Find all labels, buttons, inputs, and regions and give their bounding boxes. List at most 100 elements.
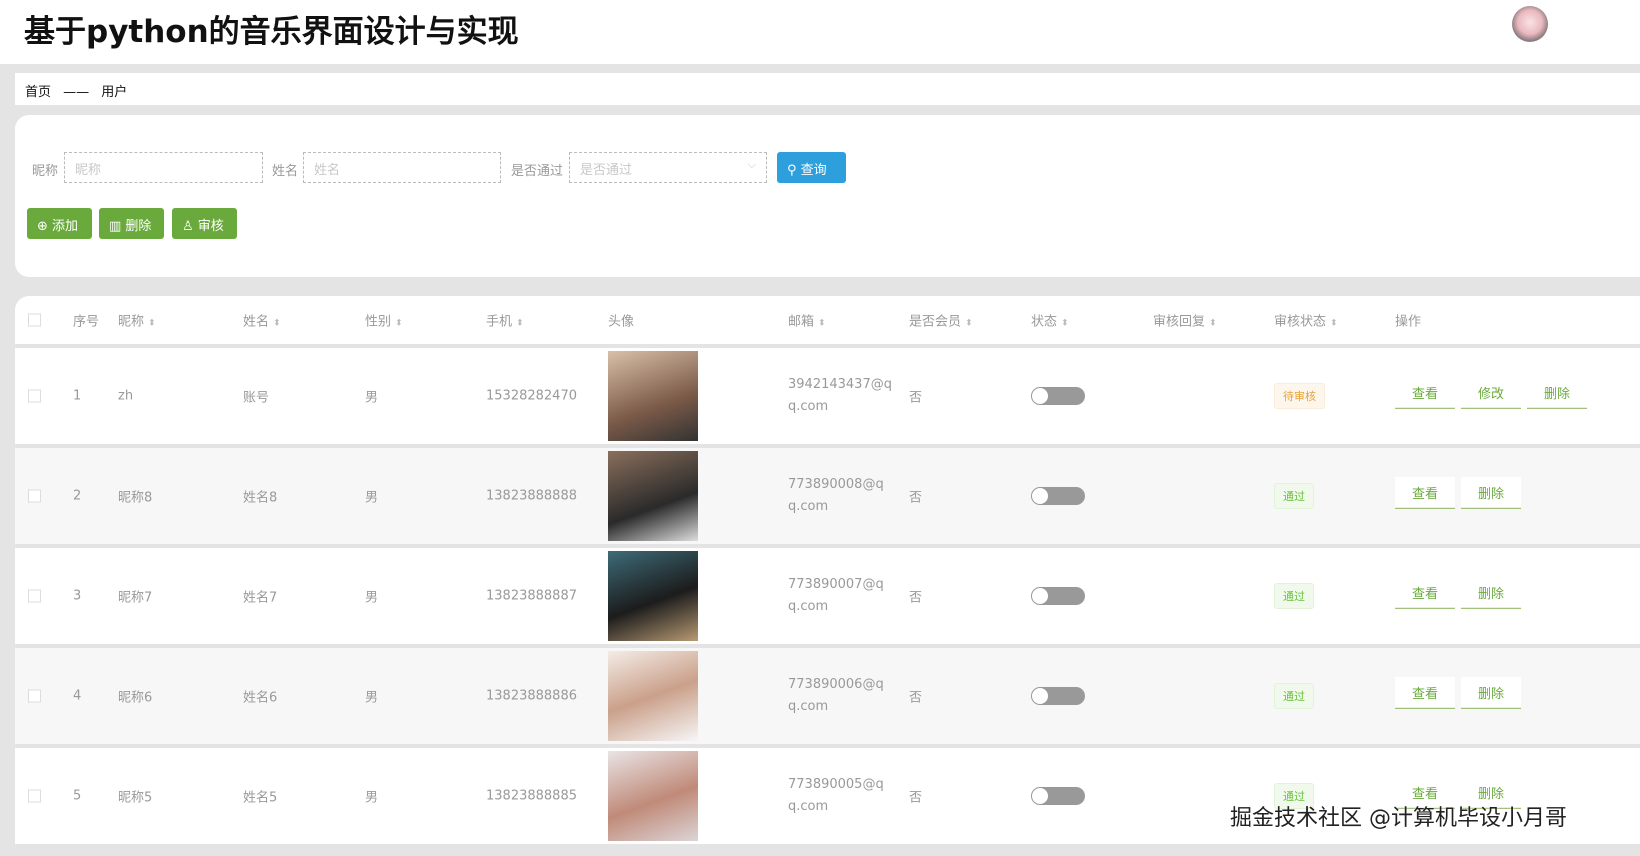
app-header: 基于python的音乐界面设计与实现: [0, 0, 1640, 64]
query-button[interactable]: ⚲ 查询: [777, 152, 846, 183]
table-row: 1 zh 账号 男 15328282470 3942143437@qq.com 否 待审核 查看…: [15, 348, 1640, 444]
column-header-label: 审核状态: [1274, 314, 1327, 330]
avatar-image[interactable]: [608, 551, 698, 641]
column-header-label: 是否会员: [909, 314, 962, 330]
column-header[interactable]: 性别 ⬍: [365, 311, 403, 330]
sort-icon[interactable]: ⬍: [1209, 319, 1217, 329]
add-button[interactable]: ⊕ 添加: [27, 208, 92, 239]
status-toggle[interactable]: [1031, 387, 1085, 405]
nickname-label: 昵称: [32, 164, 59, 179]
cell-phone: 13823888887: [486, 588, 577, 604]
column-header-label: 昵称: [118, 314, 145, 330]
delete-button[interactable]: ▥ 删除: [99, 208, 164, 239]
column-header[interactable]: 手机 ⬍: [486, 311, 524, 330]
column-header[interactable]: 邮箱 ⬍: [788, 311, 826, 330]
column-header[interactable]: 是否会员 ⬍: [909, 311, 973, 330]
breadcrumb-current: 用户: [101, 85, 128, 100]
audit-status-badge: 通过: [1274, 583, 1314, 609]
row-checkbox[interactable]: [28, 389, 41, 403]
audit-status-badge: 通过: [1274, 683, 1314, 709]
cell-phone: 13823888888: [486, 488, 577, 504]
column-header-label: 审核回复: [1153, 314, 1206, 330]
trash-icon: ▥: [109, 219, 126, 234]
query-label: 查询: [800, 163, 827, 178]
avatar-image[interactable]: [608, 451, 698, 541]
cell-name: 姓名5: [243, 790, 278, 806]
stamp-icon: ♙: [182, 219, 198, 234]
row-action-button[interactable]: 修改: [1461, 376, 1521, 409]
audit-status-badge: 通过: [1274, 483, 1314, 509]
cell-email: 773890006@qq.com: [788, 677, 884, 714]
status-toggle[interactable]: [1031, 587, 1085, 605]
cell-gender: 男: [365, 590, 379, 606]
cell-phone: 13823888885: [486, 788, 577, 804]
breadcrumb-home[interactable]: 首页: [25, 85, 51, 100]
column-header[interactable]: 审核回复 ⬍: [1153, 311, 1217, 330]
search-panel: 昵称 昵称 姓名 姓名 是否通过 是否通过 ⌵ ⚲ 查询 ⊕ 添加 ▥ 删除 ♙ …: [15, 115, 1640, 277]
avatar-image[interactable]: [608, 751, 698, 841]
column-header-label: 手机: [486, 314, 513, 330]
cell-nickname: 昵称7: [118, 590, 153, 606]
row-action-button[interactable]: 删除: [1461, 676, 1521, 709]
sort-icon[interactable]: ⬍: [273, 319, 281, 329]
column-header: 序号: [73, 311, 99, 330]
table-header: 序号 昵称 ⬍ 姓名 ⬍ 性别 ⬍ 手机 ⬍ 头像 邮箱 ⬍ 是否会员 ⬍ 状态 ⬍ 审核回复 ⬍ 审核状态 ⬍ 操作: [15, 296, 1640, 344]
row-action-button[interactable]: 删除: [1527, 376, 1587, 409]
column-header[interactable]: 昵称 ⬍: [118, 311, 156, 330]
cell-name: 姓名8: [243, 490, 278, 506]
row-action-button[interactable]: 查看: [1395, 476, 1455, 509]
sort-icon[interactable]: ⬍: [1330, 319, 1338, 329]
cell-index: 4: [73, 688, 82, 704]
table-row: 2 昵称8 姓名8 男 13823888888 773890008@qq.com 否 通过 查看…: [15, 448, 1640, 544]
cell-index: 2: [73, 488, 82, 504]
column-header-label: 性别: [365, 314, 392, 330]
cell-phone: 13823888886: [486, 688, 577, 704]
column-header[interactable]: 状态 ⬍: [1031, 311, 1069, 330]
status-toggle[interactable]: [1031, 487, 1085, 505]
nickname-input[interactable]: 昵称: [64, 152, 263, 183]
cell-name: 姓名7: [243, 590, 278, 606]
row-action-button[interactable]: 删除: [1461, 576, 1521, 609]
avatar-image[interactable]: [608, 651, 698, 741]
cell-nickname: zh: [118, 388, 134, 404]
add-label: 添加: [52, 219, 79, 234]
sort-icon[interactable]: ⬍: [965, 319, 973, 329]
table-row: 4 昵称6 姓名6 男 13823888886 773890006@qq.com 否 通过 查看…: [15, 648, 1640, 744]
pass-select-value: 是否通过: [580, 163, 633, 178]
avatar-image[interactable]: [608, 351, 698, 441]
audit-button[interactable]: ♙ 审核: [172, 208, 237, 239]
page-title: 基于python的音乐界面设计与实现: [24, 14, 519, 50]
cell-gender: 男: [365, 690, 379, 706]
cell-member: 否: [909, 590, 923, 606]
row-checkbox[interactable]: [28, 589, 41, 603]
status-toggle[interactable]: [1031, 687, 1085, 705]
cell-member: 否: [909, 790, 923, 806]
sort-icon[interactable]: ⬍: [1061, 319, 1069, 329]
row-action-button[interactable]: 查看: [1395, 576, 1455, 609]
column-header[interactable]: 审核状态 ⬍: [1274, 311, 1338, 330]
cell-phone: 15328282470: [486, 388, 577, 404]
cell-member: 否: [909, 490, 923, 506]
column-header[interactable]: 姓名 ⬍: [243, 311, 281, 330]
sort-icon[interactable]: ⬍: [516, 319, 524, 329]
row-action-button[interactable]: 查看: [1395, 676, 1455, 709]
cell-index: 5: [73, 788, 82, 804]
name-input[interactable]: 姓名: [303, 152, 501, 183]
select-all-checkbox[interactable]: [28, 313, 41, 327]
status-toggle[interactable]: [1031, 787, 1085, 805]
row-action-button[interactable]: 查看: [1395, 376, 1455, 409]
plus-circle-icon: ⊕: [37, 219, 53, 234]
row-checkbox[interactable]: [28, 789, 41, 803]
sort-icon[interactable]: ⬍: [148, 319, 156, 329]
row-action-button[interactable]: 删除: [1461, 476, 1521, 509]
sort-icon[interactable]: ⬍: [395, 319, 403, 329]
breadcrumb-separator: ——: [63, 85, 90, 100]
sort-icon[interactable]: ⬍: [818, 319, 826, 329]
row-checkbox[interactable]: [28, 689, 41, 703]
cell-index: 1: [73, 388, 82, 404]
user-avatar[interactable]: [1512, 6, 1548, 42]
pass-select[interactable]: 是否通过 ⌵: [569, 152, 767, 183]
audit-label: 审核: [197, 219, 224, 234]
search-icon: ⚲: [787, 163, 801, 178]
row-checkbox[interactable]: [28, 489, 41, 503]
